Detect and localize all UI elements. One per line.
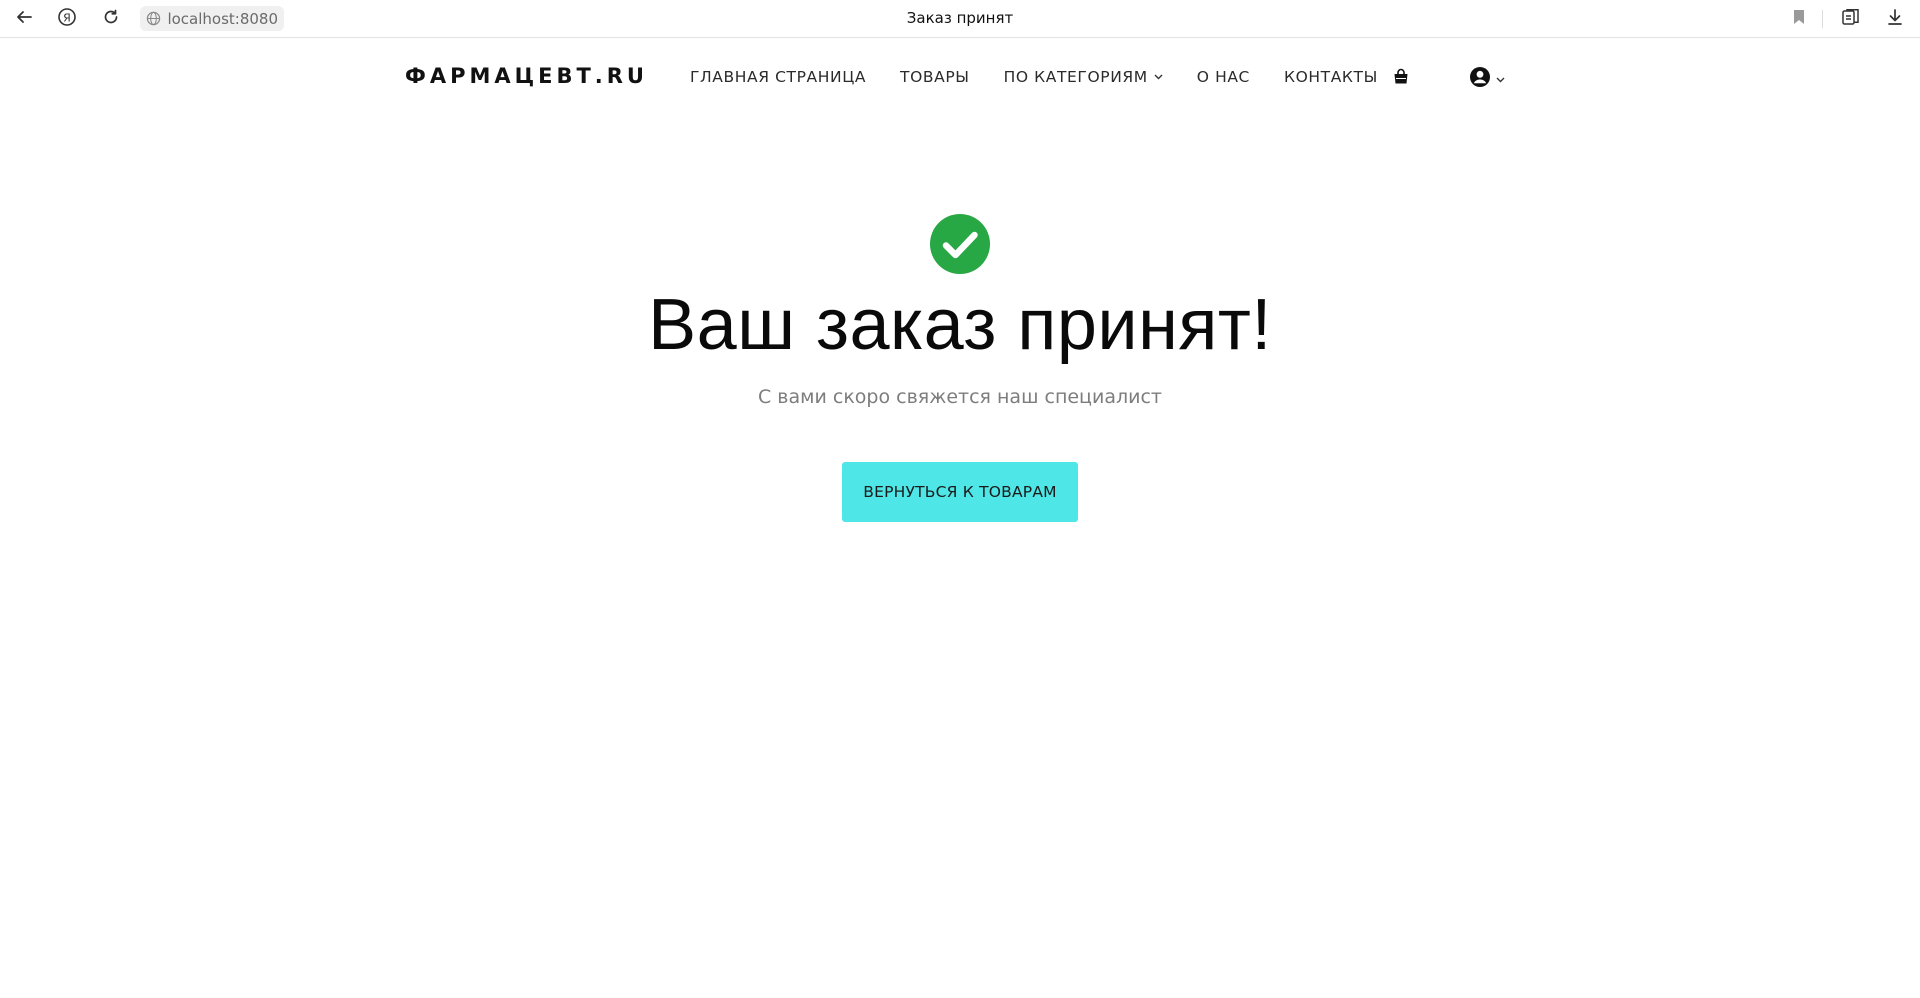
collections-button[interactable] — [1838, 6, 1864, 32]
nav-categories-label: ПО КАТЕГОРИЯМ — [1003, 68, 1148, 86]
cart-icon[interactable] — [1392, 68, 1410, 86]
check-circle-icon — [929, 213, 991, 275]
collections-icon — [1841, 8, 1861, 31]
nav-contacts[interactable]: КОНТАКТЫ — [1284, 68, 1378, 86]
globe-icon — [146, 11, 161, 27]
nav-about[interactable]: О НАС — [1197, 68, 1250, 86]
confirmation-subtitle: С вами скоро свяжется наш специалист — [758, 386, 1162, 408]
download-icon — [1887, 8, 1903, 31]
back-icon — [15, 8, 33, 31]
reload-button[interactable] — [98, 6, 124, 32]
downloads-button[interactable] — [1882, 6, 1908, 32]
chevron-down-icon — [1154, 74, 1163, 80]
page-tab-title: Заказ принят — [906, 9, 1014, 27]
bookmark-icon — [1792, 9, 1806, 30]
bookmark-button[interactable] — [1786, 6, 1812, 32]
main-nav: ГЛАВНАЯ СТРАНИЦА ТОВАРЫ ПО КАТЕГОРИЯМ О … — [690, 68, 1412, 86]
yandex-button[interactable]: Я — [54, 6, 80, 32]
chevron-down-icon — [1496, 77, 1505, 83]
browser-toolbar: Я localhost:8080 Заказ принят — [0, 0, 1920, 38]
site-header: ФАРМАЦЕВТ.RU ГЛАВНАЯ СТРАНИЦА ТОВАРЫ ПО … — [0, 38, 1920, 118]
user-icon — [1469, 66, 1491, 93]
nav-home[interactable]: ГЛАВНАЯ СТРАНИЦА — [690, 68, 866, 86]
back-button[interactable] — [11, 6, 37, 32]
svg-text:Я: Я — [63, 11, 71, 24]
reload-icon — [102, 8, 120, 31]
account-menu[interactable] — [1469, 66, 1505, 93]
address-bar[interactable]: localhost:8080 — [140, 6, 284, 31]
toolbar-divider — [1822, 10, 1823, 28]
url-text: localhost:8080 — [167, 9, 278, 28]
nav-products[interactable]: ТОВАРЫ — [900, 68, 970, 86]
page-title: Ваш заказ принят! — [648, 285, 1272, 365]
yandex-icon: Я — [57, 7, 77, 32]
site-logo[interactable]: ФАРМАЦЕВТ.RU — [405, 64, 648, 88]
nav-categories-dropdown[interactable]: ПО КАТЕГОРИЯМ — [1004, 68, 1163, 86]
back-to-products-button[interactable]: ВЕРНУТЬСЯ К ТОВАРАМ — [842, 462, 1078, 522]
